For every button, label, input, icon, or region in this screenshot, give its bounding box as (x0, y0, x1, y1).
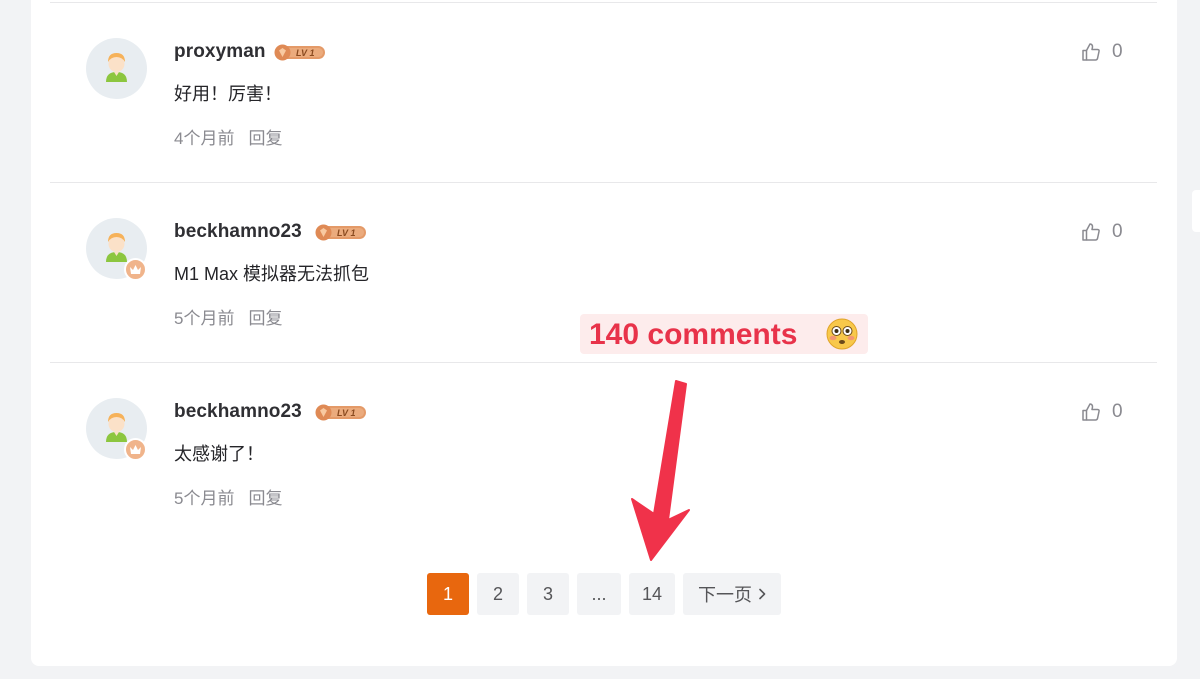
next-page-button[interactable]: 下一页 (683, 573, 781, 615)
side-panel-edge (1192, 190, 1200, 232)
page-button-3[interactable]: 3 (527, 573, 569, 615)
chevron-right-icon (759, 588, 766, 600)
page-button-14[interactable]: 14 (629, 573, 675, 615)
page-ellipsis[interactable]: ... (577, 573, 621, 615)
next-page-label: 下一页 (698, 585, 752, 605)
page-button-1[interactable]: 1 (427, 573, 469, 615)
page-button-2[interactable]: 2 (477, 573, 519, 615)
